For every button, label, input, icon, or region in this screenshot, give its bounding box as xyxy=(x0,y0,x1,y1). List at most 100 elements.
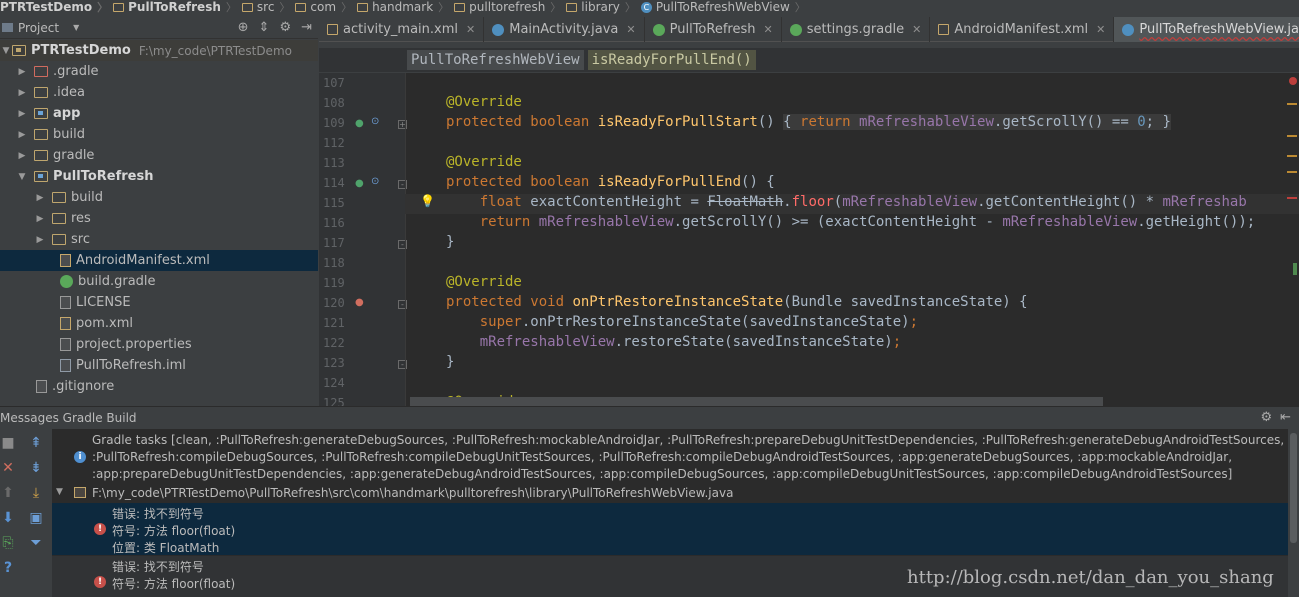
breadcrumb-src[interactable]: src 〉 xyxy=(241,0,296,14)
tab-label: PullToRefresh xyxy=(669,22,756,37)
tree-item-src[interactable]: ▶ src xyxy=(0,229,318,250)
tree-item-res[interactable]: ▶ res xyxy=(0,208,318,229)
export-icon[interactable]: ⤓ xyxy=(28,485,44,501)
expand-arrow-icon[interactable]: ▶ xyxy=(16,130,28,140)
collapse-all-icon[interactable]: ⇟ xyxy=(28,460,44,476)
expand-arrow-icon[interactable]: ▶ xyxy=(16,109,28,119)
hide-icon[interactable]: ⇤ xyxy=(1280,410,1291,425)
tree-item-build-gradle[interactable]: build.gradle xyxy=(0,271,318,292)
error-file-path[interactable]: F:\my_code\PTRTestDemo\PullToRefresh\src… xyxy=(92,486,733,500)
locate-icon[interactable]: ⊕ xyxy=(238,20,249,35)
breadcrumb-library[interactable]: library 〉 xyxy=(566,0,641,14)
code-line: super.onPtrRestoreInstanceState(savedIns… xyxy=(479,314,919,330)
expand-arrow-icon[interactable]: ▼ xyxy=(56,487,63,497)
gradle-tasks-line[interactable]: :app:prepareDebugUnitTestDependencies, :… xyxy=(92,467,1232,481)
tree-item-pulltorefresh[interactable]: ▼ PullToRefresh xyxy=(0,166,318,187)
breadcrumb-project[interactable]: PTRTestDemo 〉 xyxy=(0,0,113,14)
tab-activity-main[interactable]: activity_main.xml ✕ xyxy=(319,17,485,42)
change-marker[interactable] xyxy=(1293,263,1297,275)
help-icon[interactable]: ? xyxy=(0,560,16,576)
tab-android-manifest[interactable]: AndroidManifest.xml ✕ xyxy=(930,17,1115,42)
tree-item-build[interactable]: ▶ build xyxy=(0,124,318,145)
tree-item-gitignore[interactable]: .gitignore xyxy=(0,376,318,397)
stop-icon[interactable]: ■ xyxy=(0,435,16,451)
tree-item-idea[interactable]: ▶ .idea xyxy=(0,82,318,103)
warning-marker[interactable] xyxy=(1287,135,1297,137)
watermark: http://blog.csdn.net/dan_dan_you_shang xyxy=(907,567,1274,588)
gradle-tasks-line[interactable]: :PullToRefresh:compileDebugSources, :Pul… xyxy=(92,450,1232,464)
scrollbar-thumb[interactable] xyxy=(1290,433,1297,543)
expand-arrow-icon[interactable]: ▶ xyxy=(16,151,28,161)
error-marker[interactable] xyxy=(1287,197,1297,199)
lightbulb-icon[interactable]: 💡 xyxy=(420,194,435,208)
implemented-marker-icon[interactable]: ⊙ xyxy=(371,116,379,127)
hide-icon[interactable]: ⇥ xyxy=(301,20,312,35)
tree-item-label: build xyxy=(71,190,103,205)
expand-arrow-icon[interactable]: ▶ xyxy=(34,193,46,203)
tab-settings-gradle[interactable]: settings.gradle ✕ xyxy=(782,17,931,42)
gear-icon[interactable]: ⚙ xyxy=(279,20,291,35)
breadcrumb-com[interactable]: com 〉 xyxy=(295,0,357,14)
autoscroll-icon[interactable]: ▣ xyxy=(28,510,44,526)
implemented-marker-icon[interactable]: ⊙ xyxy=(371,176,379,187)
override-marker-icon[interactable]: ● xyxy=(355,118,364,129)
tree-item-properties[interactable]: project.properties xyxy=(0,334,318,355)
line-number: 114 xyxy=(323,176,345,190)
gear-icon[interactable]: ⚙ xyxy=(1260,410,1272,425)
tree-item-gradle[interactable]: ▶ gradle xyxy=(0,145,318,166)
arrow-up-icon[interactable]: ⬆ xyxy=(0,485,16,501)
structure-crumb-class[interactable]: PullToRefreshWebView xyxy=(407,50,584,70)
export-to-text-icon[interactable]: ⎘ xyxy=(0,535,16,551)
close-icon[interactable]: ✕ xyxy=(763,23,772,36)
vertical-scrollbar[interactable] xyxy=(1288,429,1299,597)
expand-arrow-icon[interactable]: ▼ xyxy=(0,46,12,56)
tree-item-ptr-build[interactable]: ▶ build xyxy=(0,187,318,208)
expand-arrow-icon[interactable]: ▶ xyxy=(34,235,46,245)
gradle-tasks-line[interactable]: Gradle tasks [clean, :PullToRefresh:gene… xyxy=(92,433,1284,447)
tree-item-manifest[interactable]: AndroidManifest.xml xyxy=(0,250,318,271)
close-icon[interactable]: ✕ xyxy=(626,23,635,36)
close-icon[interactable]: ✕ xyxy=(0,460,16,476)
xml-file-icon xyxy=(60,254,71,267)
close-icon[interactable]: ✕ xyxy=(466,23,475,36)
filter-icon[interactable]: ⏷ xyxy=(28,535,44,551)
warning-marker[interactable] xyxy=(1287,155,1297,157)
breadcrumb-module[interactable]: PullToRefresh 〉 xyxy=(113,0,242,14)
project-panel-header: Project ▼ ⊕ ⇕ ⚙ ⇥ xyxy=(0,17,318,39)
tree-item-gradle-dir[interactable]: ▶ .gradle xyxy=(0,61,318,82)
expand-arrow-icon[interactable]: ▼ xyxy=(16,172,28,182)
tree-item-iml[interactable]: PullToRefresh.iml xyxy=(0,355,318,376)
expand-arrow-icon[interactable]: ▶ xyxy=(34,214,46,224)
error-status-icon[interactable] xyxy=(1289,77,1297,85)
selected-error-row[interactable] xyxy=(52,503,1299,555)
tab-pulltorefresh-webview[interactable]: PullToRefreshWebView.java ✕ xyxy=(1114,17,1299,42)
info-icon: i xyxy=(74,451,86,463)
tab-main-activity[interactable]: MainActivity.java ✕ xyxy=(484,17,645,42)
tab-pulltorefresh[interactable]: PullToRefresh ✕ xyxy=(645,17,782,42)
expand-arrow-icon[interactable]: ▶ xyxy=(16,88,28,98)
structure-crumb-method[interactable]: isReadyForPullEnd() xyxy=(587,50,756,70)
breadcrumb-handmark[interactable]: handmark 〉 xyxy=(357,0,454,14)
override-marker-icon[interactable]: ● xyxy=(355,178,364,189)
close-icon[interactable]: ✕ xyxy=(1096,23,1105,36)
close-icon[interactable]: ✕ xyxy=(912,23,921,36)
tree-item-pom[interactable]: pom.xml xyxy=(0,313,318,334)
tree-item-license[interactable]: LICENSE xyxy=(0,292,318,313)
line-number: 108 xyxy=(323,96,345,110)
project-icon xyxy=(2,23,13,32)
code-editor[interactable]: 107 108 109 112 113 114 115 116 117 118 … xyxy=(319,73,1299,406)
tree-item-root[interactable]: ▼ PTRTestDemo F:\my_code\PTRTestDemo xyxy=(0,40,318,61)
breadcrumb-class[interactable]: C PullToRefreshWebView 〉 xyxy=(640,0,811,14)
expand-arrow-icon[interactable]: ▶ xyxy=(16,67,28,77)
breadcrumb-pulltorefresh[interactable]: pulltorefresh 〉 xyxy=(454,0,566,14)
expand-all-icon[interactable]: ⇞ xyxy=(28,435,44,451)
warning-marker[interactable] xyxy=(1287,171,1297,173)
collapse-icon[interactable]: ⇕ xyxy=(259,20,270,35)
override-marker-icon[interactable]: ● xyxy=(355,297,364,308)
arrow-down-icon[interactable]: ⬇ xyxy=(0,510,16,526)
tree-item-app[interactable]: ▶ app xyxy=(0,103,318,124)
xml-file-icon xyxy=(327,24,338,35)
project-view-selector[interactable]: Project ▼ xyxy=(2,21,79,35)
warning-marker[interactable] xyxy=(1287,103,1297,105)
horizontal-scrollbar[interactable] xyxy=(410,397,1103,406)
